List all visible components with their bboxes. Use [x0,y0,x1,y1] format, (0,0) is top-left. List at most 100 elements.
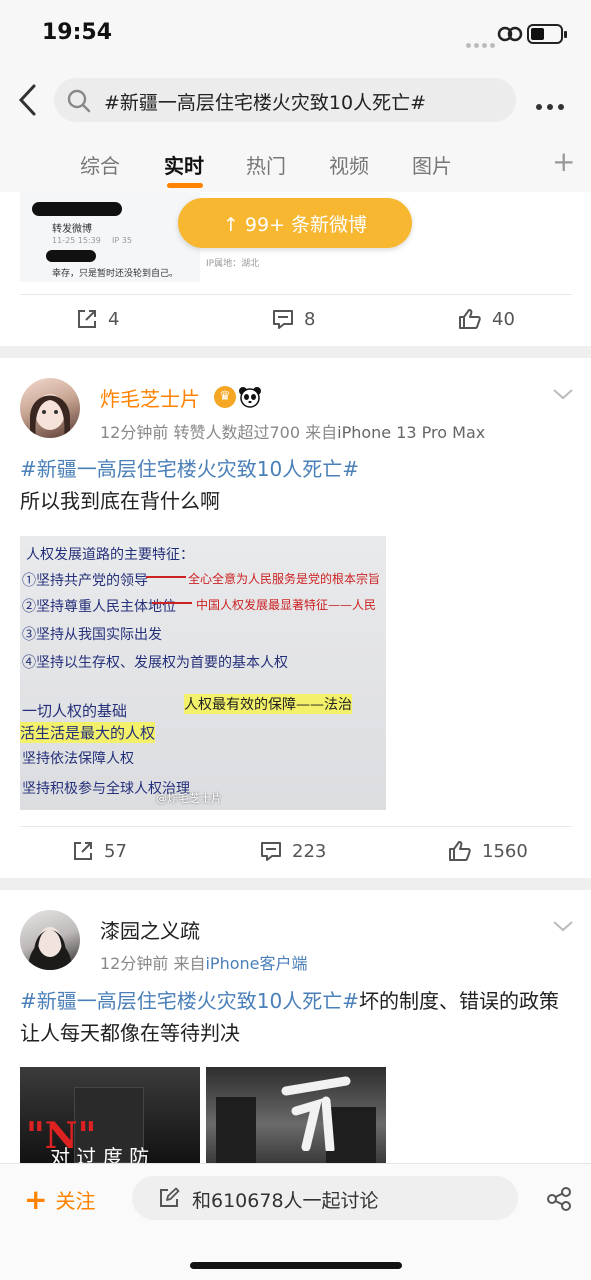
repost-time: 11-25 15:39 [52,236,101,245]
image-caption: 对 过 度 防 [50,1145,150,1163]
note-line: ①坚持共产党的领导 [22,573,148,589]
repost-icon [78,310,96,328]
bottom-bar: + 关注 和610678人一起讨论 [0,1163,591,1280]
active-tab-indicator [167,183,203,188]
avatar[interactable] [20,378,80,438]
comment-button[interactable]: 8 [272,308,315,330]
image-building [216,1097,256,1163]
repost-button[interactable]: 57 [72,840,127,862]
like-button[interactable]: 1560 [448,840,528,862]
search-icon [67,89,91,113]
comment-count: 8 [304,308,316,330]
share-icon[interactable] [546,1186,572,1212]
repost-comment: 幸存，只是暂时还没轮到自己。 [52,269,179,279]
username[interactable]: 炸毛芝士片 [100,383,200,412]
comment-button[interactable]: 223 [260,840,326,862]
redacted-name [32,202,122,216]
post-source: iPhone 13 Pro Max [337,423,486,442]
edit-icon [160,1187,180,1207]
repost-count: 57 [104,840,127,862]
comment-count: 223 [292,840,327,862]
hashtag-link[interactable]: #新疆一高层住宅楼火灾致10人死亡# [20,457,359,481]
post-card: 漆园之义疏 12分钟前 来自iPhone客户端 #新疆一高层住宅楼火灾致10人死… [0,890,591,1163]
status-time: 19:54 [42,20,113,45]
discuss-placeholder: 和610678人一起讨论 [192,1190,379,1212]
follow-button[interactable]: + 关注 [24,1185,95,1214]
arrow [146,576,186,578]
search-bar[interactable]: #新疆一高层住宅楼火灾致10人死亡# [54,78,516,122]
post-body: #新疆一高层住宅楼火灾致10人死亡#坏的制度、错误的政策让人每天都像在等待判决 [20,985,571,1049]
redacted-name [46,250,96,262]
note-line-highlighted: 活生活是最大的人权 [20,722,156,743]
hashtag-link[interactable]: #新疆一高层住宅楼火灾致10人死亡# [20,989,359,1013]
more-options-button[interactable] [536,95,572,110]
post-image[interactable]: 人权发展道路的主要特征： ①坚持共产党的领导 ②坚持尊重人民主体地位 ③坚持从我… [20,536,386,810]
signal-icon [466,33,498,52]
post-time: 12分钟前 [100,423,169,442]
divider [20,294,572,295]
tab-realtime[interactable]: 实时 [164,150,204,179]
note-line-red: 中国人权发展最显著特征——人民 [196,598,377,612]
tab-video[interactable]: 视频 [329,150,369,179]
panda-badge-icon [239,387,261,408]
post-card: 炸毛芝士片 ♛ 12分钟前 转赞人数超过700 来自iPhone 13 Pro … [0,358,591,878]
avatar[interactable] [20,910,80,970]
post-meta: 12分钟前 转赞人数超过700 来自iPhone 13 Pro Max [100,419,485,443]
battery-icon [527,24,567,44]
like-count: 40 [492,308,515,330]
post-image[interactable]: "N" 对 过 度 防 [20,1067,200,1163]
search-query: #新疆一高层住宅楼火灾致10人死亡# [104,92,427,114]
repost-count: IP 35 [112,236,132,245]
add-tab-button[interactable]: + [552,145,575,178]
post-source: iPhone客户端 [205,954,308,973]
new-posts-button[interactable]: ↑ 99+ 条新微博 [178,198,412,248]
chevron-down-icon[interactable] [551,387,575,401]
note-line: ④坚持以生存权、发展权为首要的基本人权 [22,655,288,671]
note-line-highlighted: 人权最有效的保障——法治 [184,694,352,714]
tab-hot[interactable]: 热门 [246,150,286,179]
repost-count: 4 [108,308,120,330]
vip-crown-icon: ♛ [214,386,236,408]
tab-general[interactable]: 综合 [80,150,120,179]
post-image[interactable] [206,1067,386,1163]
source-prefix: 来自 [173,954,206,973]
post-time: 12分钟前 [100,954,169,973]
arrow [152,602,192,604]
note-line: ②坚持尊重人民主体地位 [22,599,176,615]
top-header: 19:54 #新疆一高层住宅楼火灾致10人死亡# 综合 实时 热门 视频 图片 … [0,0,591,192]
post-meta: 12分钟前 来自iPhone客户端 [100,950,308,974]
home-indicator [190,1262,402,1269]
repost-icon [74,842,92,860]
note-line-red: 全心全意为人民服务是党的根本宗旨 [188,572,381,586]
like-button[interactable]: 40 [458,308,515,330]
follow-label: 关注 [55,1189,96,1213]
repost-button[interactable]: 4 [76,308,119,330]
repost-label: 转发微博 [52,224,92,235]
note-line: ③坚持从我国实际出发 [22,627,162,643]
post-text: 所以我到底在背什么啊 [20,489,220,513]
note-line: 坚持依法保障人权 [22,751,134,767]
plus-icon: + [24,1182,48,1216]
comment-icon [261,842,281,861]
note-line: 人权发展道路的主要特征： [26,547,194,563]
tab-images[interactable]: 图片 [412,150,452,179]
discuss-input[interactable]: 和610678人一起讨论 [132,1176,518,1220]
post-body: #新疆一高层住宅楼火灾致10人死亡# 所以我到底在背什么啊 [20,453,571,517]
post-extra: 转赞人数超过700 [173,423,301,442]
comment-icon [273,310,293,329]
username[interactable]: 漆园之义疏 [100,915,200,944]
thumbs-up-icon [449,841,471,861]
chevron-down-icon[interactable] [551,919,575,933]
image-brush-mark [281,1076,351,1151]
divider [20,826,572,827]
thumbs-up-icon [459,309,481,329]
link-icon [497,26,523,42]
note-line: 一切人权的基础 [22,702,128,720]
avatar-image [28,927,72,970]
embedded-repost-image[interactable]: 转发微博 11-25 15:39 IP 35 幸存，只是暂时还没轮到自己。 [20,192,200,282]
avatar-image [30,394,70,438]
watermark: @炸毛芝士片 [156,792,222,805]
like-count: 1560 [482,840,528,862]
back-button[interactable] [10,80,46,120]
chevron-left-icon [18,84,36,116]
